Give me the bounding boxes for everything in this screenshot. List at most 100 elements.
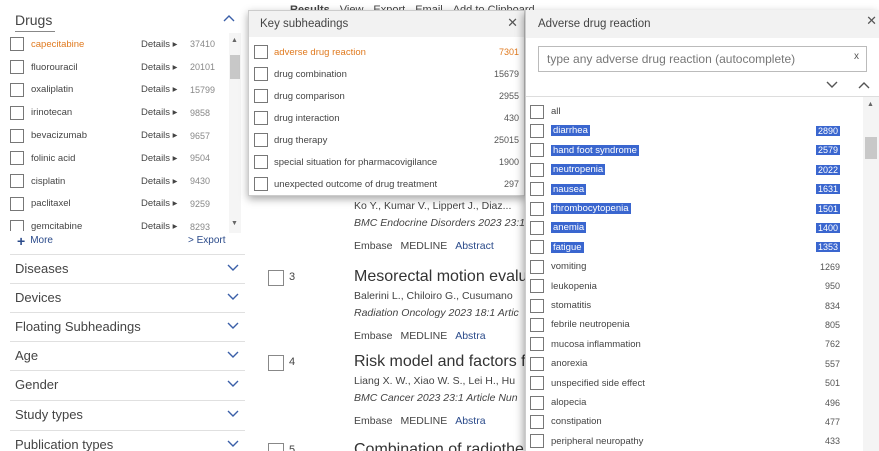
drug-row[interactable]: cisplatin Details ▸ 9430: [10, 170, 227, 193]
adr-checkbox[interactable]: [530, 356, 544, 371]
chevron-up-icon[interactable]: [222, 11, 236, 25]
drug-name[interactable]: bevacizumab: [31, 130, 87, 141]
drug-checkbox[interactable]: [10, 60, 24, 75]
key-subheading-row[interactable]: drug comparison 2955: [254, 86, 519, 106]
drug-name[interactable]: folinic acid: [31, 153, 75, 164]
drug-checkbox[interactable]: [10, 151, 24, 166]
key-subheading-checkbox[interactable]: [254, 45, 268, 59]
drug-row[interactable]: bevacizumab Details ▸ 9657: [10, 124, 227, 147]
adr-checkbox[interactable]: [530, 123, 544, 138]
adr-row[interactable]: anemia 1400: [530, 219, 850, 236]
adr-label[interactable]: leukopenia: [551, 281, 597, 292]
key-subheading-checkbox[interactable]: [254, 133, 268, 147]
drug-details-link[interactable]: Details ▸: [141, 84, 177, 95]
key-subheading-row[interactable]: unexpected outcome of drug treatment 297: [254, 174, 519, 194]
key-subheading-label[interactable]: drug combination: [274, 69, 347, 80]
adr-checkbox[interactable]: [530, 317, 544, 332]
drug-name[interactable]: oxaliplatin: [31, 84, 73, 95]
adr-row[interactable]: hand foot syndrome 2579: [530, 142, 850, 159]
adr-checkbox[interactable]: [530, 259, 544, 274]
scroll-down-arrow-icon[interactable]: ▼: [231, 220, 238, 227]
adr-label[interactable]: mucosa inflammation: [551, 339, 641, 350]
key-subheading-row[interactable]: drug interaction 430: [254, 108, 519, 128]
adr-checkbox[interactable]: [530, 298, 544, 313]
adr-row[interactable]: neutropenia 2022: [530, 161, 850, 178]
facet-devices[interactable]: Devices: [15, 287, 240, 307]
result-title[interactable]: Mesorectal motion evalua: [354, 268, 536, 286]
adr-checkbox[interactable]: [530, 376, 544, 391]
adr-search-input[interactable]: [539, 47, 839, 71]
adr-checkbox[interactable]: [530, 143, 544, 158]
drug-checkbox[interactable]: [10, 196, 24, 211]
adr-row[interactable]: alopecia 496: [530, 394, 850, 411]
adr-label[interactable]: anorexia: [551, 358, 587, 369]
chevron-down-icon[interactable]: [226, 292, 240, 302]
drug-row[interactable]: irinotecan Details ▸ 9858: [10, 101, 227, 124]
facet-study-types[interactable]: Study types: [15, 404, 240, 424]
adr-row[interactable]: unspecified side effect 501: [530, 375, 850, 392]
adr-label[interactable]: febrile neutropenia: [551, 319, 630, 330]
drug-checkbox[interactable]: [10, 82, 24, 97]
chevron-down-icon[interactable]: [226, 379, 240, 389]
drug-checkbox[interactable]: [10, 174, 24, 189]
key-subheading-checkbox[interactable]: [254, 155, 268, 169]
abstract-toggle[interactable]: Abstra: [455, 330, 485, 342]
adr-label[interactable]: neutropenia: [551, 164, 606, 176]
drug-name[interactable]: fluorouracil: [31, 62, 77, 73]
adr-label[interactable]: thrombocytopenia: [551, 203, 631, 214]
drug-details-link[interactable]: Details ▸: [141, 221, 177, 231]
drug-row[interactable]: gemcitabine Details ▸ 8293: [10, 215, 227, 231]
facet-publication-types[interactable]: Publication types: [15, 434, 240, 451]
abstract-toggle[interactable]: Abstra: [455, 415, 485, 427]
export-button[interactable]: > Export: [188, 235, 226, 246]
adr-row[interactable]: vomiting 1269: [530, 258, 850, 275]
key-subheading-checkbox[interactable]: [254, 177, 268, 191]
chevron-down-icon[interactable]: [226, 439, 240, 449]
chevron-down-icon[interactable]: [226, 263, 240, 273]
drug-name[interactable]: cisplatin: [31, 176, 65, 187]
adr-checkbox[interactable]: [530, 414, 544, 429]
drug-details-link[interactable]: Details ▸: [141, 62, 177, 73]
drug-details-link[interactable]: Details ▸: [141, 176, 177, 187]
adr-row[interactable]: constipation 477: [530, 413, 850, 430]
drug-row[interactable]: folinic acid Details ▸ 9504: [10, 147, 227, 170]
drug-checkbox[interactable]: [10, 128, 24, 143]
adr-checkbox[interactable]: [530, 182, 544, 197]
adr-label[interactable]: constipation: [551, 416, 602, 427]
drug-name[interactable]: irinotecan: [31, 107, 72, 118]
key-subheading-label[interactable]: adverse drug reaction: [274, 47, 366, 58]
adr-scrollbar[interactable]: ▲: [863, 97, 879, 451]
drug-checkbox[interactable]: [10, 105, 24, 120]
adr-row[interactable]: fatigue 1353: [530, 239, 850, 256]
adr-checkbox[interactable]: [530, 434, 544, 449]
drug-row[interactable]: fluorouracil Details ▸ 20101: [10, 56, 227, 79]
drug-row[interactable]: capecitabine Details ▸ 37410: [10, 33, 227, 56]
more-button[interactable]: + More: [17, 234, 53, 248]
result-checkbox[interactable]: [268, 355, 284, 371]
adr-checkbox[interactable]: [530, 279, 544, 294]
abstract-toggle[interactable]: Abstract: [455, 240, 494, 252]
adr-checkbox[interactable]: [530, 240, 544, 255]
scroll-up-arrow-icon[interactable]: ▲: [231, 37, 238, 44]
key-subheading-row[interactable]: adverse drug reaction 7301: [254, 42, 519, 62]
adr-label[interactable]: diarrhea: [551, 125, 590, 137]
adr-row[interactable]: all: [530, 103, 850, 120]
key-subheading-checkbox[interactable]: [254, 67, 268, 81]
drug-checkbox[interactable]: [10, 219, 24, 231]
key-subheading-label[interactable]: drug therapy: [274, 135, 327, 146]
adr-checkbox[interactable]: [530, 337, 544, 352]
facet-gender[interactable]: Gender: [15, 374, 240, 394]
adr-row[interactable]: mucosa inflammation 762: [530, 336, 850, 353]
result-checkbox[interactable]: [268, 443, 284, 451]
adr-label[interactable]: all: [551, 106, 561, 117]
adr-label[interactable]: nausea: [551, 183, 587, 195]
chevron-down-icon[interactable]: [226, 321, 240, 331]
adr-label[interactable]: alopecia: [551, 397, 586, 408]
adr-row[interactable]: nausea 1631: [530, 181, 850, 198]
adr-label[interactable]: peripheral neuropathy: [551, 436, 643, 447]
adr-row[interactable]: diarrhea 2890: [530, 122, 850, 139]
drug-row[interactable]: paclitaxel Details ▸ 9259: [10, 193, 227, 216]
key-subheading-row[interactable]: special situation for pharmacovigilance 1…: [254, 152, 519, 172]
key-subheading-label[interactable]: drug interaction: [274, 113, 339, 124]
key-subheading-checkbox[interactable]: [254, 111, 268, 125]
